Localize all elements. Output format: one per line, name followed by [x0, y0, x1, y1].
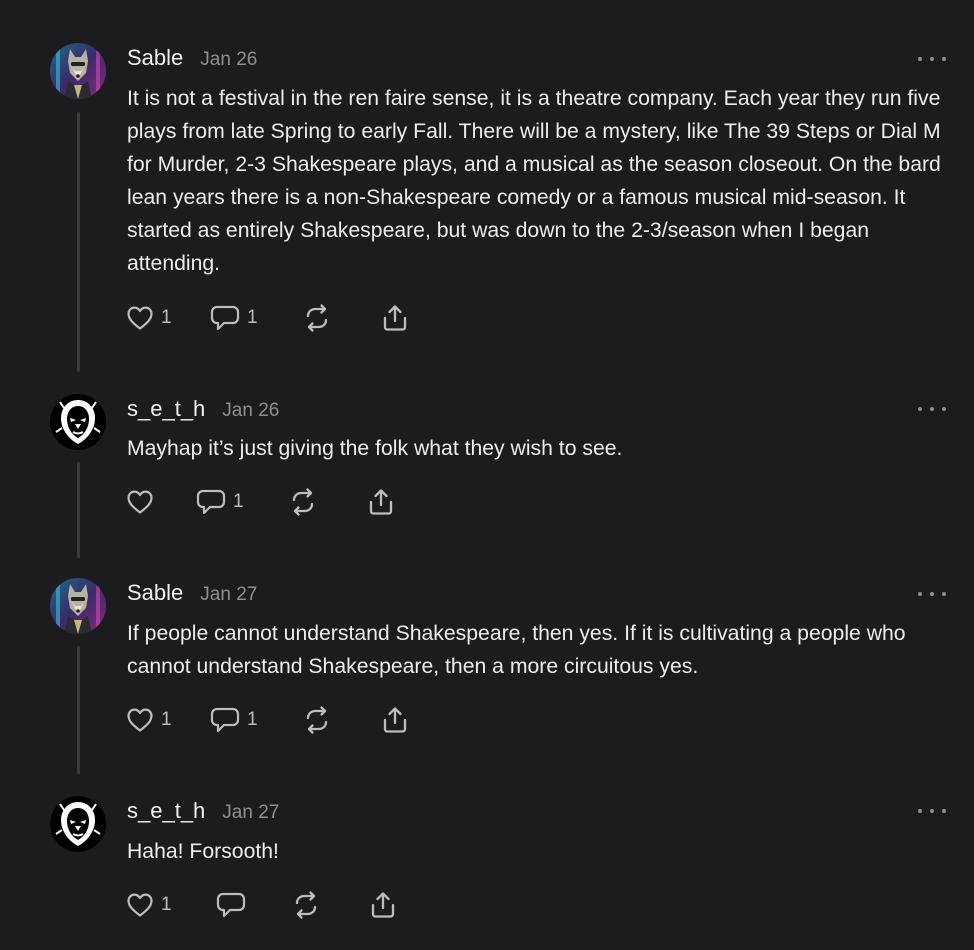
comment-bubble-icon — [216, 892, 246, 918]
heart-icon — [127, 893, 153, 917]
comment-date[interactable]: Jan 26 — [200, 49, 257, 71]
more-dots-icon[interactable] — [918, 402, 946, 416]
reply-count: 1 — [247, 709, 258, 730]
comment-header: s_e_t_h Jan 27 — [127, 798, 279, 826]
username[interactable]: Sable — [127, 580, 183, 606]
username[interactable]: s_e_t_h — [127, 396, 205, 422]
comment-text: If people cannot understand Shakespeare,… — [127, 622, 906, 678]
comment-text: It is not a festival in the ren faire se… — [127, 87, 941, 275]
username[interactable]: s_e_t_h — [127, 798, 205, 824]
comment-date[interactable]: Jan 27 — [200, 584, 257, 606]
like-count: 1 — [161, 894, 172, 915]
reply-count: 1 — [233, 491, 244, 512]
comment-thread: Sable Jan 26 It is not a festival in the… — [0, 0, 974, 950]
reply-count: 1 — [247, 307, 258, 328]
like-button[interactable]: 1 — [126, 303, 172, 333]
fox-avatar-icon[interactable] — [50, 43, 106, 99]
more-dots-icon[interactable] — [918, 587, 946, 601]
comment-header: s_e_t_h Jan 26 — [127, 396, 279, 424]
share-icon — [383, 305, 407, 331]
thread-connector — [77, 112, 80, 372]
share-button[interactable] — [367, 487, 395, 517]
fox-avatar-icon[interactable] — [50, 578, 106, 634]
heart-icon — [127, 490, 153, 514]
share-button[interactable] — [369, 890, 397, 920]
comment-date[interactable]: Jan 27 — [222, 802, 279, 824]
comment-bubble-icon — [196, 489, 226, 515]
comment-text: Haha! Forsooth! — [127, 840, 279, 863]
lion-avatar-icon[interactable] — [50, 796, 106, 852]
comment-text: Mayhap it’s just giving the folk what th… — [127, 437, 623, 460]
comment-bubble-icon — [210, 707, 240, 733]
share-button[interactable] — [381, 705, 409, 735]
like-button[interactable]: 1 — [126, 705, 172, 735]
share-button[interactable] — [381, 303, 409, 333]
like-count: 1 — [161, 307, 172, 328]
share-icon — [371, 892, 395, 918]
reply-button[interactable]: 1 — [210, 705, 258, 735]
restack-button[interactable] — [288, 487, 318, 517]
thread-connector — [77, 462, 80, 558]
comment-header: Sable Jan 26 — [127, 45, 257, 73]
reply-button[interactable] — [216, 890, 253, 920]
thread-connector — [77, 646, 80, 774]
restack-button[interactable] — [291, 890, 321, 920]
like-count: 1 — [161, 709, 172, 730]
heart-icon — [127, 708, 153, 732]
share-icon — [369, 489, 393, 515]
restack-button[interactable] — [302, 705, 332, 735]
heart-icon — [127, 306, 153, 330]
like-button[interactable]: 1 — [126, 890, 172, 920]
more-dots-icon[interactable] — [918, 52, 946, 66]
reply-button[interactable]: 1 — [196, 487, 244, 517]
comment-header: Sable Jan 27 — [127, 580, 257, 608]
reply-button[interactable]: 1 — [210, 303, 258, 333]
share-icon — [383, 707, 407, 733]
lion-avatar-icon[interactable] — [50, 394, 106, 450]
restack-icon — [292, 488, 314, 516]
more-dots-icon[interactable] — [918, 804, 946, 818]
comment-bubble-icon — [210, 305, 240, 331]
restack-icon — [306, 304, 328, 332]
like-button[interactable] — [126, 487, 161, 517]
restack-icon — [295, 891, 317, 919]
restack-button[interactable] — [302, 303, 332, 333]
comment-date[interactable]: Jan 26 — [222, 400, 279, 422]
restack-icon — [306, 706, 328, 734]
username[interactable]: Sable — [127, 45, 183, 71]
